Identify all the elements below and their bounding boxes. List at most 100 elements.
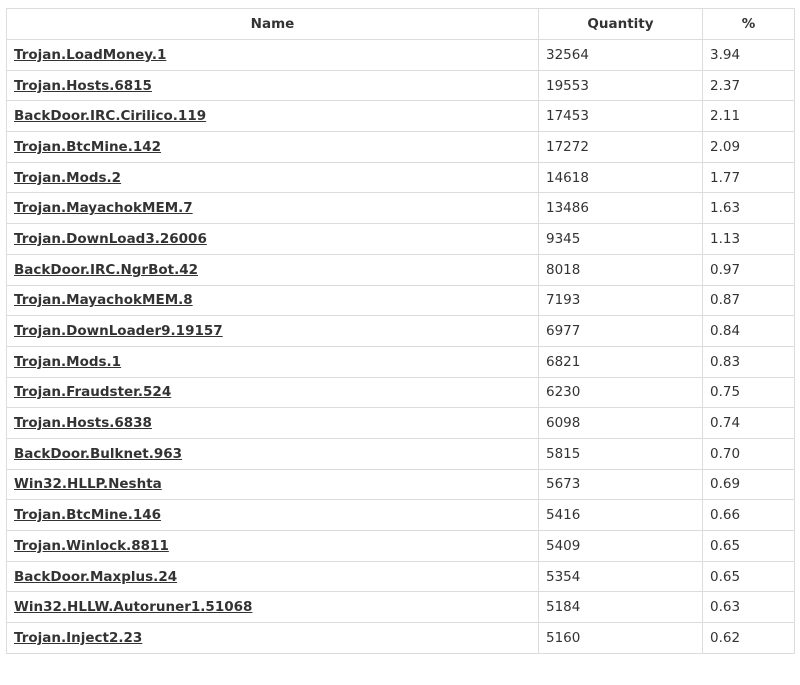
threat-name-cell: Trojan.DownLoader9.19157	[6, 315, 539, 347]
threat-name-cell: Win32.HLLW.Autoruner1.51068	[6, 591, 539, 624]
quantity-cell: 5673	[538, 468, 703, 501]
threat-name-link[interactable]: BackDoor.Maxplus.24	[14, 569, 177, 585]
quantity-cell: 5184	[538, 591, 703, 624]
quantity-cell: 14618	[538, 161, 703, 194]
percent-cell: 1.77	[702, 161, 795, 194]
percent-cell: 0.66	[702, 499, 795, 531]
quantity-cell: 6821	[538, 345, 703, 378]
table-row: Trojan.DownLoader9.19157 6977 0.84	[6, 315, 795, 347]
quantity-cell: 6977	[538, 315, 703, 347]
quantity-cell: 6230	[538, 376, 703, 409]
threat-name-cell: BackDoor.Maxplus.24	[6, 560, 539, 593]
percent-cell: 0.84	[702, 315, 795, 347]
table-header-row: Name Quantity %	[6, 8, 795, 40]
table-row: Trojan.MayachokMEM.8 7193 0.87	[6, 284, 795, 317]
threat-name-link[interactable]: Trojan.MayachokMEM.7	[14, 200, 193, 216]
threat-name-link[interactable]: Trojan.BtcMine.142	[14, 139, 161, 155]
table-body: Trojan.LoadMoney.1 32564 3.94 Trojan.Hosts.…	[6, 39, 795, 654]
threat-name-cell: Trojan.Mods.1	[6, 345, 539, 378]
table-row: BackDoor.IRC.NgrBot.42 8018 0.97	[6, 253, 795, 286]
threat-name-link[interactable]: Trojan.Fraudster.524	[14, 384, 171, 400]
quantity-cell: 5354	[538, 560, 703, 593]
table-row: Trojan.Hosts.6838 6098 0.74	[6, 407, 795, 439]
table-row: Trojan.DownLoad3.26006 9345 1.13	[6, 223, 795, 255]
threat-name-cell: Trojan.Fraudster.524	[6, 376, 539, 409]
quantity-cell: 5409	[538, 530, 703, 562]
threat-name-cell: Trojan.MayachokMEM.7	[6, 192, 539, 225]
threat-name-cell: Trojan.BtcMine.146	[6, 499, 539, 531]
threat-name-cell: BackDoor.IRC.NgrBot.42	[6, 253, 539, 286]
table-row: Trojan.Winlock.8811 5409 0.65	[6, 530, 795, 562]
percent-cell: 0.69	[702, 468, 795, 501]
threat-name-link[interactable]: Trojan.DownLoad3.26006	[14, 231, 207, 247]
threat-name-link[interactable]: Trojan.MayachokMEM.8	[14, 292, 193, 308]
threat-name-cell: Trojan.DownLoad3.26006	[6, 223, 539, 255]
quantity-cell: 9345	[538, 223, 703, 255]
threat-table-container: Name Quantity % Trojan.LoadMoney.1 32564 3…	[6, 8, 795, 654]
threat-name-cell: Win32.HLLP.Neshta	[6, 468, 539, 501]
threat-name-link[interactable]: Win32.HLLW.Autoruner1.51068	[14, 599, 252, 615]
percent-cell: 2.09	[702, 131, 795, 163]
threat-name-cell: BackDoor.IRC.Cirilico.119	[6, 100, 539, 133]
quantity-cell: 17272	[538, 131, 703, 163]
threat-name-link[interactable]: Trojan.Hosts.6815	[14, 78, 152, 94]
percent-cell: 1.13	[702, 223, 795, 255]
quantity-cell: 19553	[538, 69, 703, 102]
table-row: Trojan.Inject2.23 5160 0.62	[6, 622, 795, 654]
quantity-cell: 13486	[538, 192, 703, 225]
table-row: BackDoor.Maxplus.24 5354 0.65	[6, 560, 795, 593]
table-row: Trojan.BtcMine.146 5416 0.66	[6, 499, 795, 531]
percent-cell: 0.65	[702, 530, 795, 562]
percent-cell: 0.70	[702, 437, 795, 470]
threat-name-link[interactable]: BackDoor.IRC.NgrBot.42	[14, 262, 198, 278]
threat-name-cell: Trojan.Inject2.23	[6, 622, 539, 654]
threat-name-link[interactable]: Trojan.LoadMoney.1	[14, 47, 166, 63]
threat-name-cell: BackDoor.Bulknet.963	[6, 437, 539, 470]
percent-cell: 0.62	[702, 622, 795, 654]
percent-cell: 0.75	[702, 376, 795, 409]
threat-name-link[interactable]: Trojan.Hosts.6838	[14, 415, 152, 431]
percent-cell: 0.87	[702, 284, 795, 317]
threat-name-cell: Trojan.MayachokMEM.8	[6, 284, 539, 317]
column-header-percent: %	[702, 8, 795, 40]
threat-name-cell: Trojan.Winlock.8811	[6, 530, 539, 562]
threat-name-link[interactable]: Win32.HLLP.Neshta	[14, 476, 162, 492]
percent-cell: 0.83	[702, 345, 795, 378]
percent-cell: 0.65	[702, 560, 795, 593]
table-row: Trojan.Fraudster.524 6230 0.75	[6, 376, 795, 409]
percent-cell: 1.63	[702, 192, 795, 225]
threat-name-link[interactable]: BackDoor.Bulknet.963	[14, 446, 182, 462]
table-row: Trojan.Mods.2 14618 1.77	[6, 161, 795, 194]
threat-name-link[interactable]: Trojan.Mods.1	[14, 354, 121, 370]
table-row: Trojan.BtcMine.142 17272 2.09	[6, 131, 795, 163]
percent-cell: 0.63	[702, 591, 795, 624]
table-row: Trojan.MayachokMEM.7 13486 1.63	[6, 192, 795, 225]
quantity-cell: 8018	[538, 253, 703, 286]
percent-cell: 2.11	[702, 100, 795, 133]
table-row: Win32.HLLP.Neshta 5673 0.69	[6, 468, 795, 501]
column-header-name: Name	[6, 8, 539, 40]
threat-name-link[interactable]: Trojan.Winlock.8811	[14, 538, 169, 554]
quantity-cell: 7193	[538, 284, 703, 317]
quantity-cell: 17453	[538, 100, 703, 133]
threat-name-cell: Trojan.BtcMine.142	[6, 131, 539, 163]
threat-name-cell: Trojan.Hosts.6815	[6, 69, 539, 102]
percent-cell: 2.37	[702, 69, 795, 102]
threat-name-link[interactable]: BackDoor.IRC.Cirilico.119	[14, 108, 206, 124]
threat-name-cell: Trojan.LoadMoney.1	[6, 39, 539, 71]
threat-name-cell: Trojan.Hosts.6838	[6, 407, 539, 439]
table-row: Win32.HLLW.Autoruner1.51068 5184 0.63	[6, 591, 795, 624]
threat-name-link[interactable]: Trojan.BtcMine.146	[14, 507, 161, 523]
threat-name-link[interactable]: Trojan.Mods.2	[14, 170, 121, 186]
threat-name-link[interactable]: Trojan.Inject2.23	[14, 630, 142, 646]
threat-name-link[interactable]: Trojan.DownLoader9.19157	[14, 323, 223, 339]
percent-cell: 0.97	[702, 253, 795, 286]
table-row: Trojan.Hosts.6815 19553 2.37	[6, 69, 795, 102]
threat-statistics-table: Name Quantity % Trojan.LoadMoney.1 32564 3…	[6, 8, 795, 654]
quantity-cell: 5160	[538, 622, 703, 654]
quantity-cell: 32564	[538, 39, 703, 71]
threat-name-cell: Trojan.Mods.2	[6, 161, 539, 194]
percent-cell: 0.74	[702, 407, 795, 439]
quantity-cell: 6098	[538, 407, 703, 439]
table-row: Trojan.Mods.1 6821 0.83	[6, 345, 795, 378]
